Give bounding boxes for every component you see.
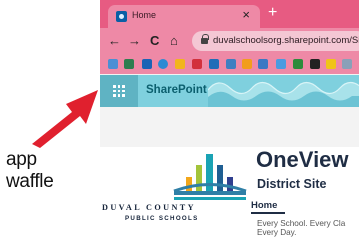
bookmark-icon[interactable] [175,59,185,69]
address-bar[interactable]: duvalschoolsorg.sharepoint.com/Sites [192,31,359,51]
bookmark-icon[interactable] [226,59,236,69]
bookmark-icon[interactable] [342,59,352,69]
bookmark-icon[interactable] [242,59,252,69]
bookmark-icon[interactable] [310,59,320,69]
home-icon[interactable]: ⌂ [170,33,178,49]
sharepoint-brand-link[interactable]: SharePoint [146,84,207,96]
forward-icon[interactable]: → [128,33,141,49]
site-title[interactable]: OneView [256,147,349,173]
waffle-icon [113,85,125,97]
tab-title: Home [132,10,157,20]
bookmark-icon[interactable] [142,59,152,69]
reload-icon[interactable]: C [150,33,159,49]
bookmark-icon[interactable] [192,59,202,69]
lock-icon [201,34,209,45]
bookmark-icon[interactable] [258,59,268,69]
url-text: duvalschoolsorg.sharepoint.com/Sites [213,35,359,46]
sharepoint-favicon-icon [116,11,127,22]
site-subtitle: District Site [257,177,327,191]
duval-county-bridge-logo-icon [173,154,247,200]
wave-banner-decoration [208,81,359,107]
site-tagline: Every School. Every Cla Every Day. [257,219,346,237]
bookmark-icon[interactable] [276,59,286,69]
sharepoint-suite-bar: SharePoint [100,75,359,107]
logo-text-public-schools: PUBLIC SCHOOLS [125,215,199,222]
back-icon[interactable]: ← [108,33,121,49]
close-tab-icon[interactable]: × [242,7,250,23]
bookmark-icon[interactable] [108,59,118,69]
logo-text-duval-county: DUVAL COUNTY [102,203,196,212]
browser-toolbar: ← → C ⌂ duvalschoolsorg.sharepoint.com/S… [100,28,359,54]
bookmark-icon[interactable] [158,59,168,69]
site-header: DUVAL COUNTY PUBLIC SCHOOLS OneView Dist… [100,147,359,240]
browser-window: Home × + ← → C ⌂ duvalschoolsorg.sharepo… [100,0,359,240]
bookmark-icon[interactable] [124,59,134,69]
page-header-band [100,107,359,147]
tab-home[interactable]: Home × [108,5,260,28]
bookmark-icon[interactable] [209,59,219,69]
bookmarks-bar [100,54,359,74]
annotation-label-app: app [6,149,37,170]
nav-link-home[interactable]: Home [251,200,277,211]
tab-strip: Home × + [100,0,359,28]
annotation-arrow-icon [32,90,98,148]
new-tab-icon[interactable]: + [268,4,277,22]
bookmark-icon[interactable] [326,59,336,69]
annotation-label-waffle: waffle [6,171,54,192]
app-launcher-waffle-button[interactable] [100,75,138,107]
nav-home-underline [251,212,285,214]
bookmark-icon[interactable] [293,59,303,69]
